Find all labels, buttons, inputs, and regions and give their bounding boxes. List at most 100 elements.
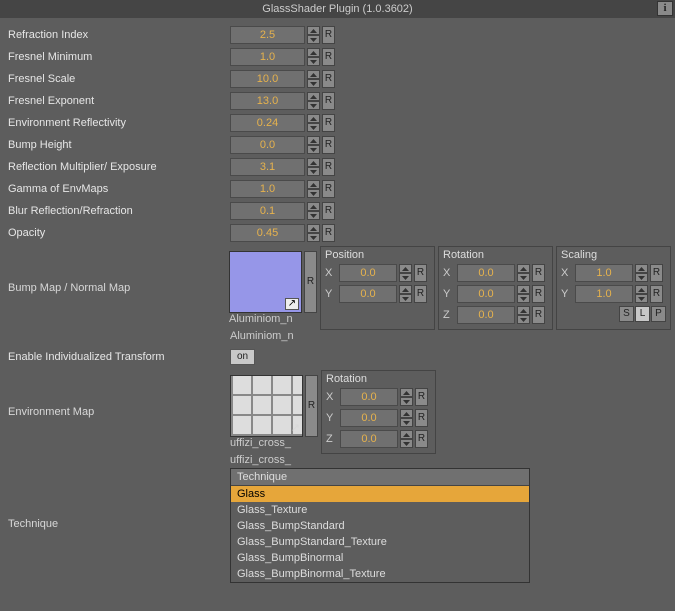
spinner-down[interactable] [517,315,530,324]
spinner[interactable] [307,26,320,44]
reset-button[interactable]: R [322,70,335,88]
spinner[interactable] [517,264,530,282]
spinner-down[interactable] [307,145,320,154]
reset-button[interactable]: R [322,202,335,220]
spinner-up[interactable] [635,264,648,273]
reset-button[interactable]: R [415,388,428,406]
spinner[interactable] [399,264,412,282]
spinner[interactable] [400,388,413,406]
spinner-up[interactable] [400,388,413,397]
spinner-up[interactable] [400,409,413,418]
spinner-down[interactable] [400,418,413,427]
spinner-up[interactable] [307,224,320,233]
spinner[interactable] [635,285,648,303]
numeric-input[interactable]: 1.0 [575,264,633,282]
spinner-up[interactable] [307,48,320,57]
technique-item[interactable]: Glass_BumpBinormal_Texture [231,566,529,582]
spinner[interactable] [307,92,320,110]
spinner-up[interactable] [307,114,320,123]
numeric-input[interactable]: 0.24 [230,114,305,132]
spinner-down[interactable] [517,273,530,282]
technique-item[interactable]: Glass_BumpStandard_Texture [231,534,529,550]
technique-item[interactable]: Glass [231,486,529,502]
reset-button[interactable]: R [414,264,427,282]
spinner-down[interactable] [400,397,413,406]
reset-button[interactable]: R [322,114,335,132]
spinner[interactable] [517,306,530,324]
spinner-up[interactable] [307,180,320,189]
slp-s-button[interactable]: S [619,306,634,322]
bump-map-reset[interactable]: R [304,251,317,313]
technique-item[interactable]: Glass_BumpStandard [231,518,529,534]
spinner[interactable] [307,114,320,132]
numeric-input[interactable]: 0.0 [340,388,398,406]
bump-map-thumbnail[interactable]: ↗ [229,251,302,313]
technique-item[interactable]: Glass_BumpBinormal [231,550,529,566]
spinner-down[interactable] [307,79,320,88]
spinner-down[interactable] [399,294,412,303]
spinner[interactable] [307,180,320,198]
reset-button[interactable]: R [532,264,545,282]
spinner-up[interactable] [307,136,320,145]
spinner-up[interactable] [307,158,320,167]
slp-l-button[interactable]: L [635,306,650,322]
spinner-up[interactable] [307,26,320,35]
spinner-up[interactable] [517,306,530,315]
spinner-down[interactable] [517,294,530,303]
spinner[interactable] [307,136,320,154]
numeric-input[interactable]: 0.0 [457,285,515,303]
spinner-down[interactable] [400,439,413,448]
spinner[interactable] [400,430,413,448]
spinner-up[interactable] [307,202,320,211]
reset-button[interactable]: R [650,285,663,303]
enable-transform-toggle[interactable]: on [230,349,255,365]
spinner-up[interactable] [517,285,530,294]
numeric-input[interactable]: 0.0 [457,306,515,324]
reset-button[interactable]: R [532,306,545,324]
spinner-up[interactable] [399,264,412,273]
reset-button[interactable]: R [650,264,663,282]
spinner-down[interactable] [399,273,412,282]
spinner-up[interactable] [307,92,320,101]
technique-item[interactable]: Glass_Texture [231,502,529,518]
numeric-input[interactable]: 0.1 [230,202,305,220]
spinner-up[interactable] [635,285,648,294]
spinner[interactable] [399,285,412,303]
env-map-thumbnail[interactable]: ↗ [230,375,303,437]
open-icon[interactable]: ↗ [291,421,300,434]
spinner[interactable] [307,224,320,242]
spinner[interactable] [307,48,320,66]
numeric-input[interactable]: 0.0 [340,409,398,427]
env-map-reset[interactable]: R [305,375,318,437]
numeric-input[interactable]: 0.0 [340,430,398,448]
spinner-down[interactable] [307,123,320,132]
info-button[interactable]: i [657,1,673,16]
numeric-input[interactable]: 0.0 [457,264,515,282]
numeric-input[interactable]: 3.1 [230,158,305,176]
spinner-down[interactable] [307,211,320,220]
numeric-input[interactable]: 0.0 [339,264,397,282]
reset-button[interactable]: R [415,430,428,448]
numeric-input[interactable]: 0.0 [339,285,397,303]
spinner-down[interactable] [307,57,320,66]
spinner-down[interactable] [307,35,320,44]
numeric-input[interactable]: 2.5 [230,26,305,44]
numeric-input[interactable]: 0.45 [230,224,305,242]
numeric-input[interactable]: 10.0 [230,70,305,88]
reset-button[interactable]: R [322,92,335,110]
spinner[interactable] [307,158,320,176]
reset-button[interactable]: R [415,409,428,427]
spinner-up[interactable] [399,285,412,294]
technique-list[interactable]: Technique GlassGlass_TextureGlass_BumpSt… [230,468,530,583]
numeric-input[interactable]: 1.0 [230,48,305,66]
reset-button[interactable]: R [414,285,427,303]
spinner[interactable] [400,409,413,427]
reset-button[interactable]: R [322,180,335,198]
numeric-input[interactable]: 0.0 [230,136,305,154]
spinner[interactable] [635,264,648,282]
numeric-input[interactable]: 1.0 [575,285,633,303]
reset-button[interactable]: R [322,224,335,242]
spinner-up[interactable] [307,70,320,79]
spinner-down[interactable] [307,233,320,242]
open-icon[interactable]: ↗ [285,298,299,310]
